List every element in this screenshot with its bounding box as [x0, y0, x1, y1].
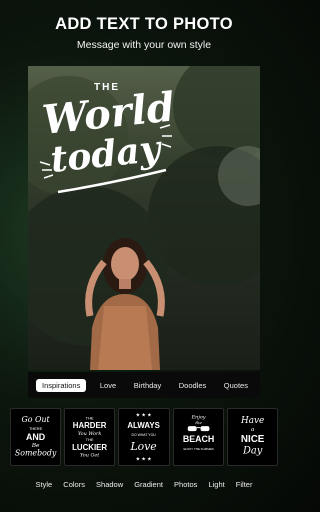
sticker-text: Love: [130, 440, 157, 453]
sticker-text: BEACH: [182, 434, 213, 444]
page-subtitle: Message with your own style: [76, 39, 212, 51]
tool-filter[interactable]: Filter: [236, 480, 253, 489]
sticker-text: Go Out: [22, 415, 51, 424]
page-title: ADD TEXT TO PHOTO: [55, 15, 233, 33]
category-tabs: Inspirations Love Birthday Doodles Quote…: [28, 372, 260, 398]
sticker-text: AND: [26, 432, 46, 442]
tool-photos[interactable]: Photos: [174, 480, 197, 489]
sticker-nice-day[interactable]: Have a NICE Day: [226, 408, 279, 466]
sticker-go-out[interactable]: Go Out THERE AND Be Somebody: [10, 408, 62, 466]
tab-birthday[interactable]: Birthday: [130, 379, 166, 392]
star-icon: ★ ★ ★: [136, 412, 153, 418]
sticker-text: Have: [240, 416, 264, 426]
sticker-text: ALWAYS: [128, 421, 160, 430]
sticker-text: NICE: [241, 434, 265, 445]
tab-inspirations[interactable]: Inspirations: [36, 378, 87, 392]
sticker-text: LUCKIER: [72, 443, 107, 452]
photo-canvas[interactable]: THE World today: [28, 66, 260, 370]
sticker-text: THERE: [29, 426, 43, 431]
star-icon: ★ ★ ★: [136, 457, 153, 463]
tool-bar: Style Colors Shadow Gradient Photos Ligh…: [0, 472, 288, 496]
sticker-text: DO WHAT YOU: [132, 433, 157, 437]
sticker-text: the: [195, 420, 202, 425]
sticker-text: THE: [86, 415, 94, 420]
sticker-text: a: [251, 427, 255, 433]
sticker-text: ENJOY THE SUMMER: [183, 447, 213, 451]
tool-light[interactable]: Light: [208, 480, 224, 489]
sticker-text: Day: [242, 446, 263, 457]
header: ADD TEXT TO PHOTO Message with your own …: [0, 0, 288, 51]
photo-image: THE World today: [28, 66, 260, 370]
sticker-text: THE: [86, 437, 94, 442]
tab-love[interactable]: Love: [96, 379, 120, 392]
sticker-harder-luckier[interactable]: THE HARDER You Work THE LUCKIER You Get: [64, 408, 116, 466]
tab-quotes[interactable]: Quotes: [220, 379, 252, 392]
tab-doodles[interactable]: Doodles: [175, 379, 211, 392]
tool-colors[interactable]: Colors: [63, 480, 85, 489]
sticker-always-love[interactable]: ★ ★ ★ ALWAYS DO WHAT YOU Love ★ ★ ★: [118, 408, 170, 466]
sticker-text: Somebody: [15, 449, 57, 458]
tool-gradient[interactable]: Gradient: [134, 480, 163, 489]
tool-style[interactable]: Style: [36, 480, 53, 489]
sticker-text: You Get: [80, 453, 99, 459]
sticker-strip: Go Out THERE AND Be Somebody THE HARDER …: [10, 408, 279, 466]
sticker-enjoy-beach[interactable]: Enjoy the BEACH ENJOY THE SUMMER: [172, 408, 224, 466]
tool-shadow[interactable]: Shadow: [96, 480, 123, 489]
sticker-text: HARDER: [73, 421, 107, 430]
sunglasses-icon: [187, 426, 210, 432]
